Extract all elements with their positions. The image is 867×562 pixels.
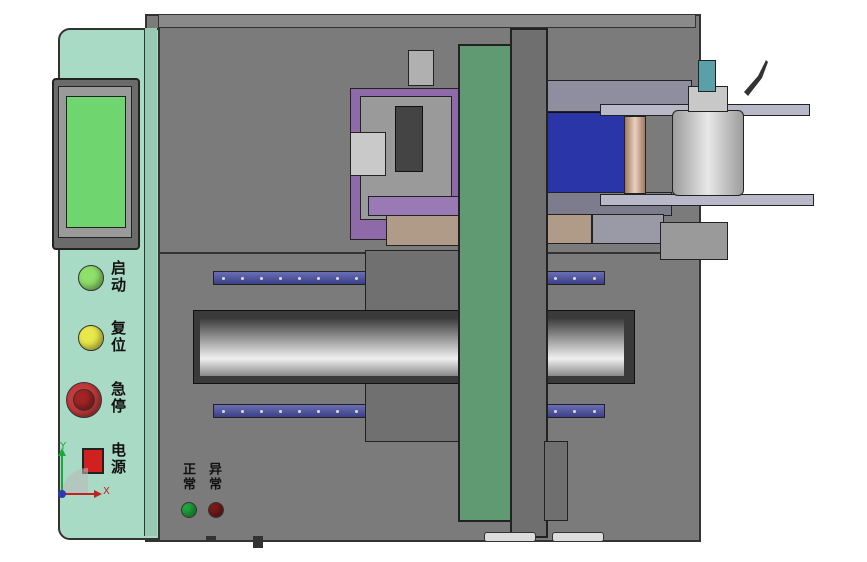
lower-linear-rail-right (545, 404, 605, 418)
upper-linear-rail-left (213, 271, 367, 285)
slider-foot-left (484, 532, 536, 542)
emergency-stop-label: 急停 (109, 381, 127, 415)
start-button[interactable] (78, 265, 104, 291)
lower-motor-block (660, 222, 728, 260)
motor-housing (395, 106, 423, 172)
axis-x-label: X (103, 486, 110, 497)
vertical-slider-frame (458, 44, 514, 522)
control-panel-edge (144, 28, 157, 536)
sensor-bracket (408, 50, 434, 86)
guide-roller (624, 116, 646, 194)
cylinder-block (350, 132, 386, 176)
hmi-screen-display[interactable] (66, 96, 126, 228)
feed-tube-inner (200, 318, 624, 376)
lower-carriage-plate (365, 382, 461, 442)
base-plate-purple (368, 196, 462, 216)
slider-foot-right (552, 532, 604, 542)
reset-button[interactable] (78, 325, 104, 351)
reset-button-label: 复位 (109, 320, 127, 354)
axis-y-label: Y (60, 441, 67, 452)
roller-shaft (698, 60, 716, 92)
tape-plate-gray (592, 214, 664, 244)
emergency-stop-cap (73, 389, 95, 411)
bottom-connector-1 (206, 536, 216, 542)
conveyor-belt (540, 112, 632, 194)
tape-roll (672, 110, 744, 196)
normal-status-label: 正常 (180, 462, 195, 492)
bottom-connector-2 (253, 536, 263, 548)
vertical-slider-column (510, 28, 548, 538)
start-button-label: 启动 (109, 260, 127, 294)
machine-top-edge (158, 14, 696, 28)
adjust-handle-icon[interactable] (740, 58, 770, 100)
abnormal-status-label: 异常 (206, 462, 221, 492)
side-cover-panel (544, 441, 568, 521)
abnormal-status-light (208, 502, 224, 518)
upper-linear-rail-right (545, 271, 605, 285)
base-plate-tan (386, 214, 460, 246)
upper-carriage-plate (365, 250, 461, 314)
normal-status-light (181, 502, 197, 518)
lower-linear-rail-left (213, 404, 367, 418)
